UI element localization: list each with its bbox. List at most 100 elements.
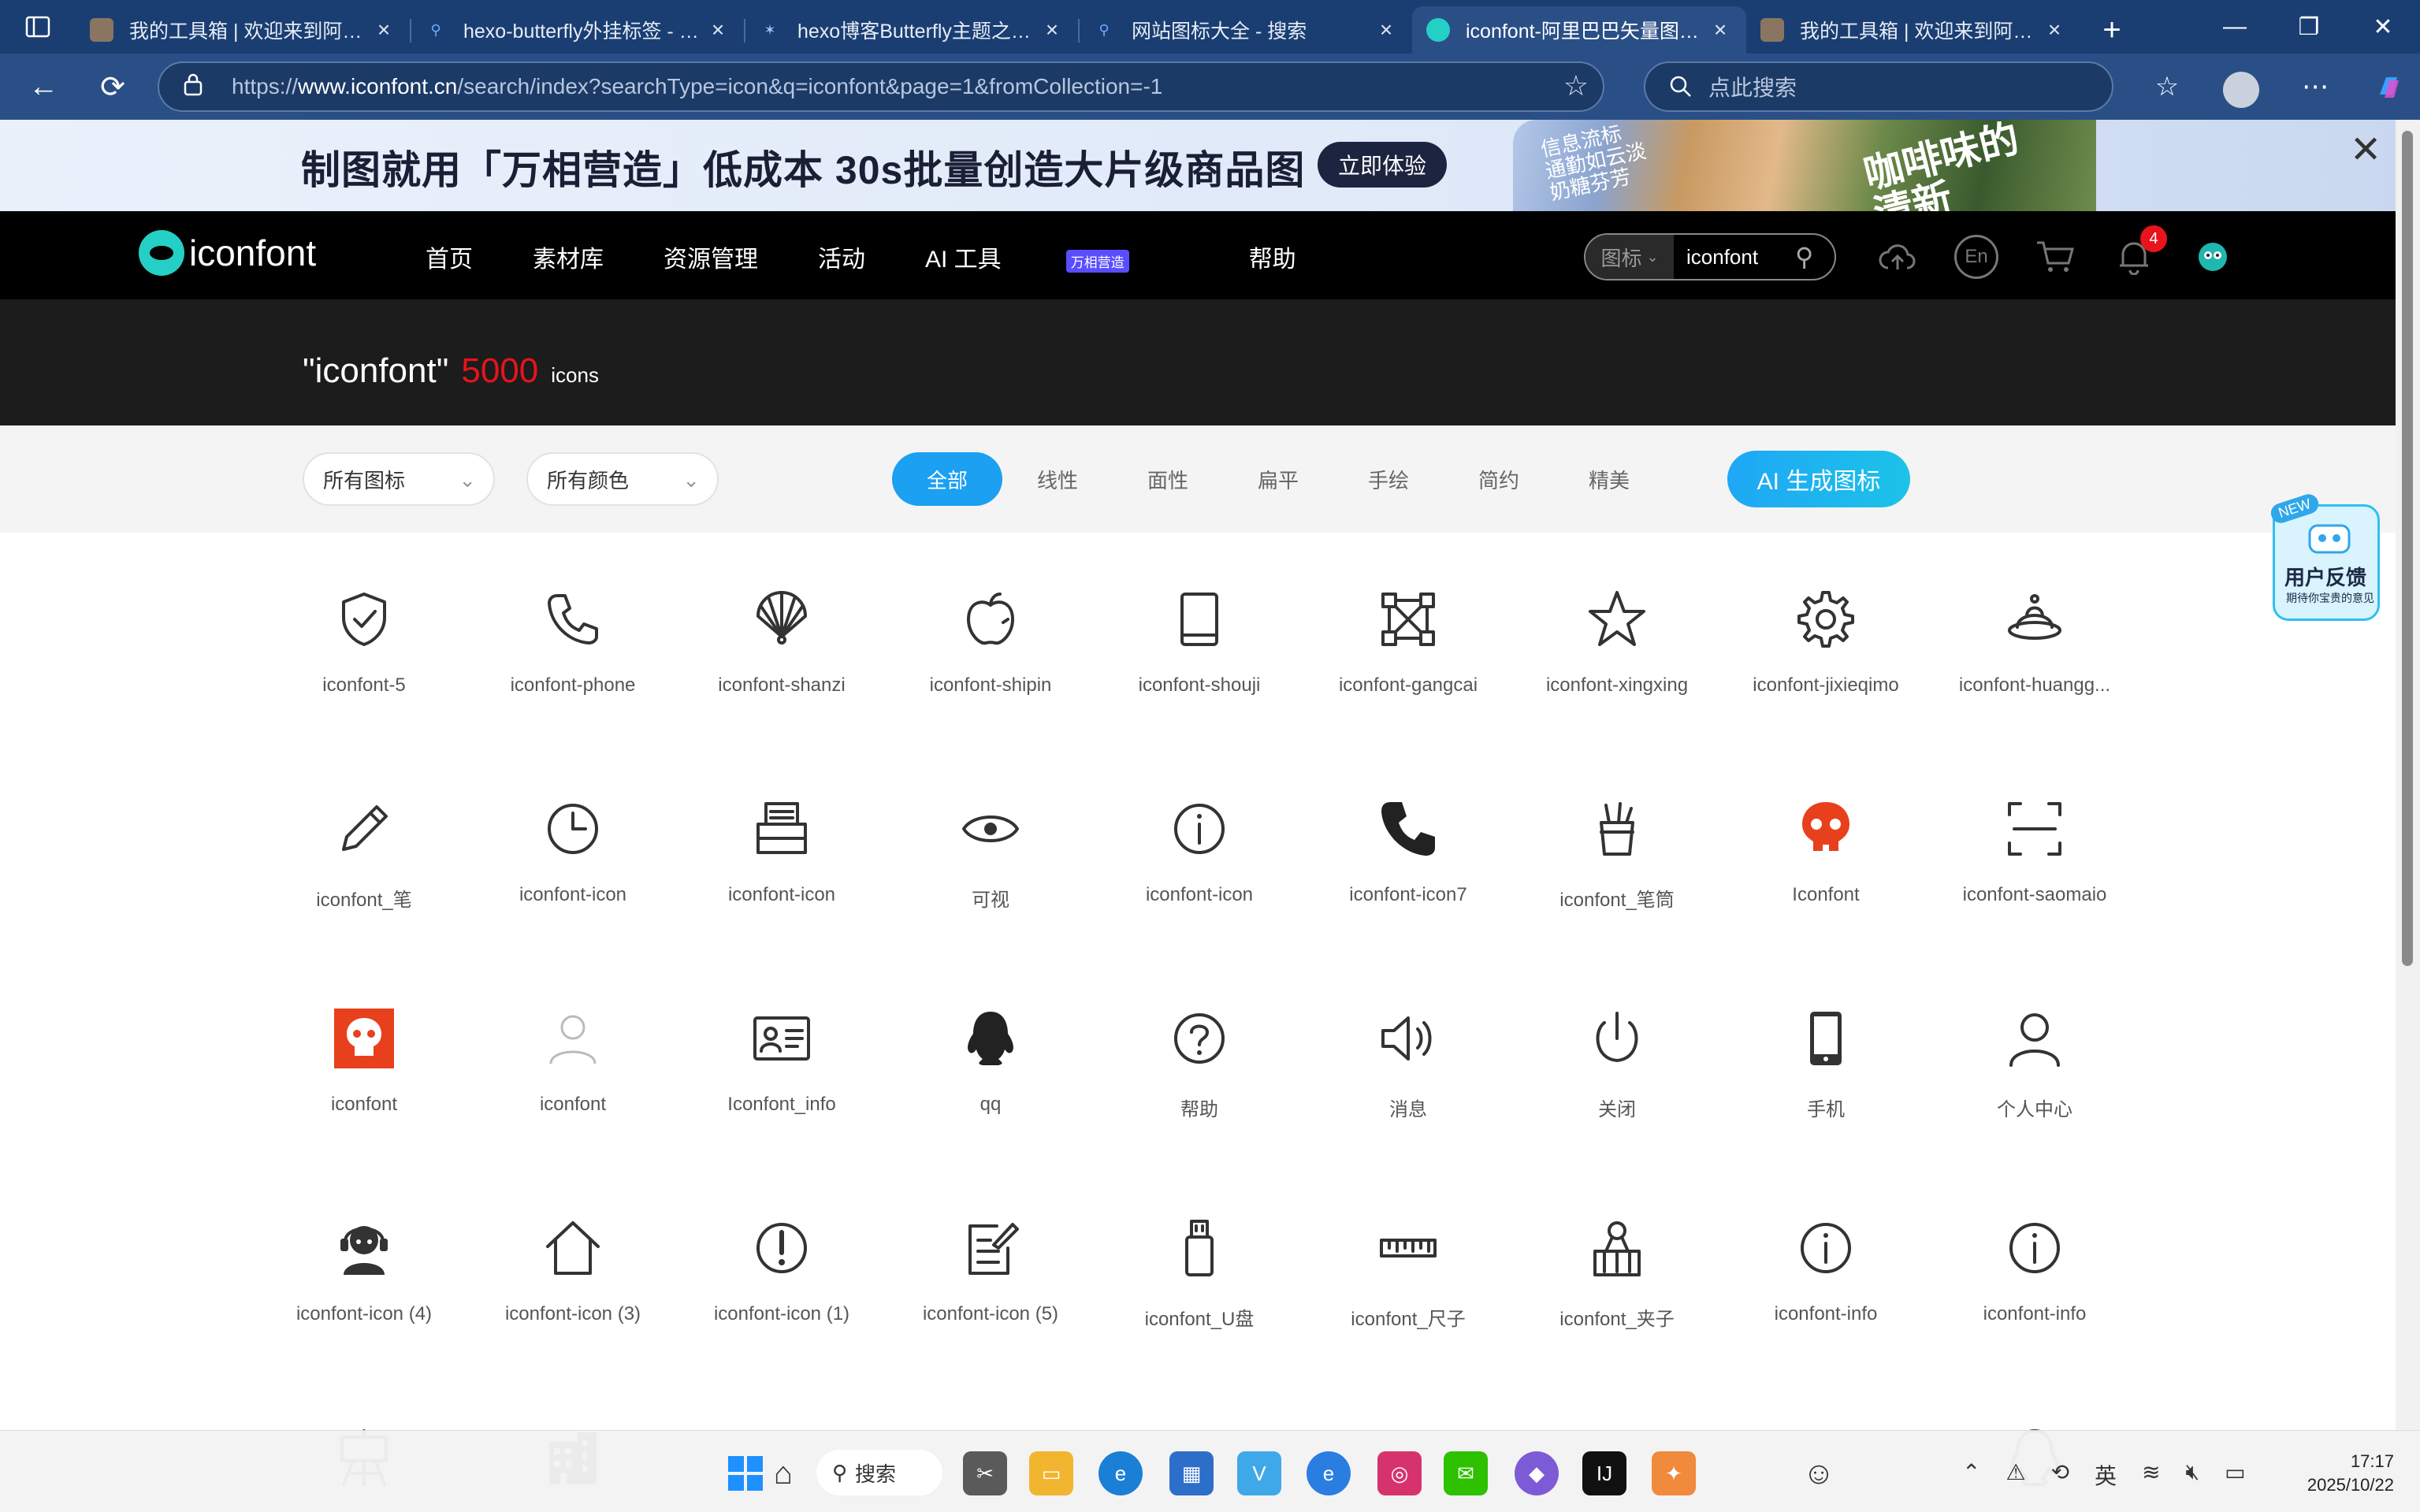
tab-close-icon[interactable]: × [1040,17,1064,43]
icon-card[interactable]: iconfont-jixieqimo [1722,533,1930,742]
icon-card[interactable]: iconfont-icon (3) [469,1161,677,1371]
git-app-icon[interactable]: ✦ [1652,1451,1696,1495]
nav-materials[interactable]: 素材库 [533,240,604,274]
favorite-star-icon[interactable]: ☆ [1563,69,1589,102]
tray-app-icon[interactable]: ⚠ [2006,1459,2025,1491]
restore-button[interactable]: ❐ [2272,0,2346,54]
icon-card[interactable]: iconfont-icon [1095,742,1303,952]
taskbar-search[interactable]: ⚲ 搜索 [816,1450,942,1495]
icon-card[interactable]: iconfont-icon [678,742,886,952]
icon-card[interactable]: iconfont-shouji [1095,533,1303,742]
edge-browser-icon[interactable]: e [1098,1451,1143,1495]
all-colors-select[interactable]: 所有颜色 ⌄ [526,452,719,506]
screenshot-app-icon[interactable]: ✂ [963,1451,1007,1495]
notification-bell-icon[interactable]: 4 [2112,225,2167,279]
back-button[interactable]: ← [20,64,66,110]
file-explorer-icon[interactable]: ▭ [1029,1451,1073,1495]
browser-tab[interactable]: 我的工具箱 | 欢迎来到阿叶A × [1746,6,2080,54]
style-tab-all[interactable]: 全部 [892,452,1002,506]
icon-card[interactable]: iconfont-info [1931,1161,2139,1371]
jetbrains-icon[interactable]: IJ [1582,1451,1626,1495]
user-avatar-icon[interactable] [2191,235,2235,279]
icon-card[interactable]: 帮助 [1095,952,1303,1161]
icon-card[interactable]: 个人中心 [1931,952,2139,1161]
icon-card[interactable]: iconfont-phone [469,533,677,742]
tab-close-icon[interactable]: × [706,17,730,43]
iconfont-logo[interactable]: iconfont [139,230,316,276]
banner-close-icon[interactable]: ✕ [2350,128,2381,172]
icon-card[interactable]: iconfont-icon (5) [887,1161,1095,1371]
icon-card[interactable]: iconfont-icon7 [1304,742,1512,952]
sync-icon[interactable]: ⟲ [2051,1459,2069,1491]
search-icon[interactable]: ⚲ [1795,242,1835,272]
icon-card[interactable]: iconfont [260,952,468,1161]
style-tab-simple[interactable]: 简约 [1444,452,1554,506]
icon-card[interactable]: iconfont-gangcai [1304,533,1512,742]
search-type-select[interactable]: 图标 ⌄ [1585,235,1674,279]
icon-card[interactable]: iconfont [469,952,677,1161]
icon-card[interactable]: iconfont_U盘 [1095,1161,1303,1371]
nav-resources[interactable]: 资源管理 [664,240,758,274]
browser-tab[interactable]: 我的工具箱 | 欢迎来到阿叶A × [76,6,410,54]
refresh-button[interactable]: ⟳ [90,64,136,110]
browser-tab[interactable]: ✶ hexo博客Butterfly主题之标签 × [744,6,1078,54]
icon-card[interactable]: Iconfont_info [678,952,886,1161]
tab-close-icon[interactable]: × [1374,17,1398,43]
profile-button[interactable] [2217,63,2265,110]
icon-card[interactable]: iconfont-shanzi [678,533,886,742]
icon-card[interactable]: iconfont-shipin [887,533,1095,742]
icon-card[interactable]: iconfont-icon [469,742,677,952]
icon-card[interactable]: qq [887,952,1095,1161]
icon-card[interactable]: iconfont-info [1722,1161,1930,1371]
icon-card[interactable]: 手机 [1722,952,1930,1161]
wifi-icon[interactable]: ≋ [2142,1459,2160,1491]
browser-tab[interactable]: iconfont-阿里巴巴矢量图标库 × [1412,6,1746,54]
ime-indicator[interactable]: 英 [2095,1459,2117,1491]
icon-card[interactable]: 关闭 [1513,952,1721,1161]
ad-banner[interactable]: 制图就用「万相营造」低成本 30s批量创造大片级商品图 立即体验 信息流标 通勤… [0,120,2396,211]
nav-activity[interactable]: 活动 [818,240,865,274]
taskbar-clock[interactable]: 17:17 2025/10/22 [2292,1450,2394,1497]
icon-card[interactable]: iconfont-huangg... [1931,533,2139,742]
cart-icon[interactable] [2033,235,2077,279]
v-app-icon[interactable]: V [1237,1451,1281,1495]
browser-tab[interactable]: ⚲ hexo-butterfly外挂标签 - 搜索 × [410,6,744,54]
upload-cloud-icon[interactable] [1875,235,1920,279]
wechat-icon[interactable]: ✉ [1444,1451,1488,1495]
scrollbar-thumb[interactable] [2402,131,2413,966]
tab-close-icon[interactable]: × [2043,17,2066,43]
style-tab-fine[interactable]: 精美 [1554,452,1664,506]
page-scrollbar[interactable] [2396,120,2420,1512]
icon-card[interactable]: iconfont-5 [260,533,468,742]
icon-card[interactable]: iconfont-xingxing [1513,533,1721,742]
icon-card[interactable]: iconfont_笔 [260,742,468,952]
nav-ai-tools[interactable]: AI 工具 万相营造 [925,240,1189,274]
icon-card[interactable]: 消息 [1304,952,1512,1161]
ai-generate-icon-button[interactable]: AI 生成图标 [1727,451,1910,507]
language-toggle[interactable]: En [1954,235,1998,279]
icon-card[interactable]: Iconfont [1722,742,1930,952]
browser-tab[interactable]: ⚲ 网站图标大全 - 搜索 × [1078,6,1412,54]
icon-card[interactable]: iconfont-icon (4) [260,1161,468,1371]
side-search-box[interactable]: 点此搜索 [1644,61,2113,112]
all-icons-select[interactable]: 所有图标 ⌄ [303,452,495,506]
tab-close-icon[interactable]: × [1708,17,1732,43]
vertical-tabs-button[interactable] [0,0,76,54]
minimize-button[interactable]: — [2198,0,2272,54]
icon-card[interactable]: iconfont_夹子 [1513,1161,1721,1371]
copilot-icon[interactable] [2366,63,2413,110]
favorites-icon[interactable]: ☆ [2143,63,2191,110]
volume-muted-icon[interactable]: 🔇︎ [2186,1459,2200,1491]
icon-card[interactable]: iconfont-saomaio [1931,742,2139,952]
instagram-icon[interactable]: ◎ [1377,1451,1422,1495]
style-tab-hand-drawn[interactable]: 手绘 [1333,452,1444,506]
icon-card[interactable]: iconfont_尺子 [1304,1161,1512,1371]
more-menu-icon[interactable]: ⋯ [2292,63,2339,110]
tab-close-icon[interactable]: × [372,17,396,43]
style-tab-line[interactable]: 线性 [1002,452,1113,506]
home-app-icon[interactable]: ⌂ [761,1451,805,1495]
banner-try-button[interactable]: 立即体验 [1318,142,1447,188]
style-tab-flat[interactable]: 扁平 [1223,452,1333,506]
icon-card[interactable]: iconfont-icon (1) [678,1161,886,1371]
nav-home[interactable]: 首页 [426,240,473,274]
